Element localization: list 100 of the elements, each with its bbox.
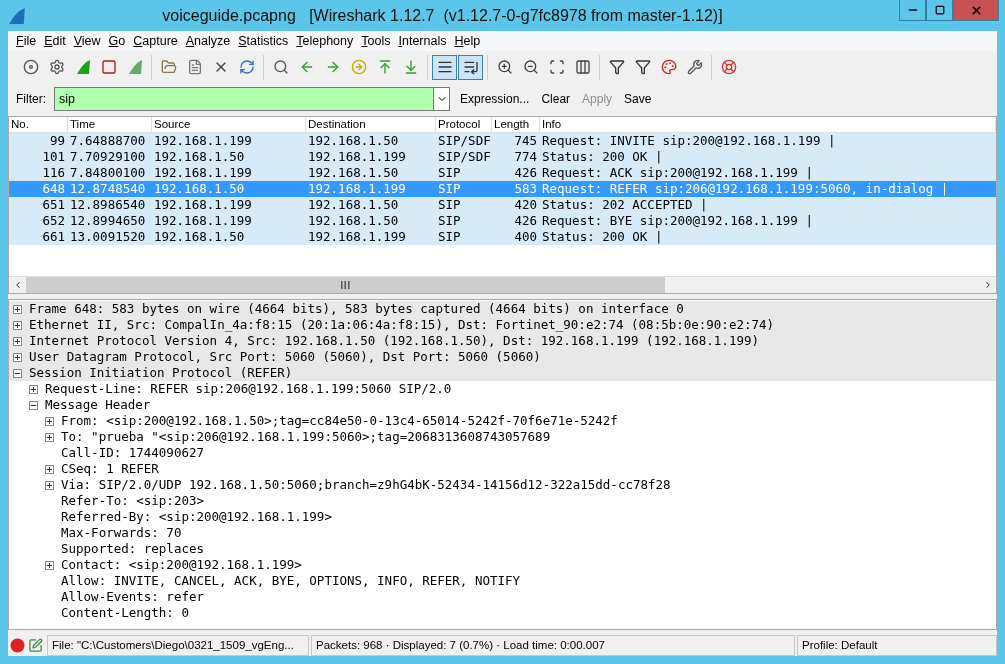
tree-item[interactable]: Supported: replaces [61,541,204,557]
expand-icon[interactable] [45,432,54,442]
tree-item[interactable]: User Datagram Protocol, Src Port: 5060 (5060), Dst Port: 5060 (5060) [29,349,541,365]
menu-item[interactable]: Internals [394,34,451,48]
tree-item[interactable]: Referred-By: <sip:200@192.168.1.199> [61,509,332,525]
edit-icon[interactable] [28,637,43,653]
minimize-button[interactable] [899,0,926,21]
table-cell-text: 648 [41,181,66,197]
columns-icon [574,59,591,75]
scrollbar-thumb[interactable] [26,277,665,293]
table-cell-text: 192.168.1.199 [307,181,407,197]
table-cell-text: 400 [513,229,538,245]
tree-item[interactable]: Request-Line: REFER sip:206@192.168.1.199:5060 SIP/2.0 [45,381,452,397]
table-cell-text: Request: ACK sip:200@192.168.1.199 | [541,165,814,181]
tree-item[interactable]: Max-Forwards: 70 [61,525,182,541]
filter-label: Filter: [16,92,46,106]
menu-item[interactable]: Go [104,34,130,48]
menu-item[interactable]: Capture [129,34,182,48]
packet-row[interactable]: 116 7.84800100 192.168.1.199 192.168.1.50 SIP 426 Request: ACK sip:200@192.168.1.199 | [9,165,996,181]
table-cell-text: 652 [41,213,66,229]
tree-item[interactable]: CSeq: 1 REFER [61,461,159,477]
table-cell-text: 192.168.1.50 [153,181,246,197]
table-cell-text: 661 [41,229,66,245]
tree-item[interactable]: Message Header [45,397,151,413]
table-cell-text: 192.168.1.199 [153,165,253,181]
table-cell-text: Request: INVITE sip:200@192.168.1.199 | [541,133,837,149]
table-cell-text: 12.8994650 [69,213,147,229]
column-header[interactable]: Protocol [436,117,492,132]
tree-item[interactable]: Contact: <sip:200@192.168.1.199> [61,557,302,573]
expand-icon[interactable] [45,464,54,474]
table-cell-text: 13.0091520 [69,229,147,245]
menu-item[interactable]: File [12,34,41,48]
menu-item[interactable]: Statistics [234,34,293,48]
menu-item[interactable]: Telephony [292,34,358,48]
toolbar-button[interactable] [458,54,483,80]
column-header[interactable]: Length [492,117,540,132]
tree-item[interactable]: Internet Protocol Version 4, Src: 192.168.1.50 (192.168.1.50), Dst: 192.168.1.199 (192.168.1.199) [29,333,759,349]
tree-item[interactable]: Ethernet II, Src: CompalIn_4a:f8:15 (20:1a:06:4a:f8:15), Dst: Fortinet_90:e2:74 (08:5b:0e:90:e2:74) [29,317,775,333]
tree-item[interactable]: Allow: INVITE, CANCEL, ACK, BYE, OPTIONS, INFO, REFER, NOTIFY [61,573,521,589]
packet-row[interactable]: 652 12.8994650 192.168.1.199 192.168.1.50 SIP 426 Request: BYE sip:200@192.168.1.199 | [9,213,996,229]
record-icon[interactable] [10,637,25,653]
tree-item[interactable]: Allow-Events: refer [61,589,204,605]
profile-status[interactable]: Profile: Default [797,634,997,656]
maximize-button[interactable] [926,0,953,21]
table-cell-text: Request: REFER sip:206@192.168.1.199:5060, in-dialog | [541,181,950,197]
expand-icon[interactable] [45,480,54,490]
table-cell-text: 116 [41,165,66,181]
frame-icon [548,59,565,75]
menu-item[interactable]: Edit [40,34,70,48]
column-header[interactable]: Destination [306,117,436,132]
packet-row[interactable]: 99 7.64888700 192.168.1.199 192.168.1.50 SIP/SDF 745 Request: INVITE sip:200@192.168.1.199 | [9,133,996,149]
tree-item[interactable]: Content-Length: 0 [61,605,189,621]
expand-icon[interactable] [13,352,22,362]
toolbar-button[interactable] [432,54,457,80]
column-header[interactable]: No. [9,117,68,132]
menu-item[interactable]: Analyze [181,34,235,48]
zoom-out-icon [522,59,539,75]
expand-icon[interactable] [45,560,54,570]
collapse-icon[interactable] [13,368,22,378]
table-cell-text: 774 [513,149,538,165]
dropdown-button[interactable] [433,88,449,110]
tree-item[interactable]: Refer-To: <sip:203> [61,493,204,509]
folder-icon [160,59,177,75]
tree-item[interactable]: Call-ID: 1744090627 [61,445,204,461]
filter-button[interactable]: Save [622,92,654,106]
menu-item[interactable]: Tools [357,34,395,48]
expand-icon[interactable] [29,384,38,394]
menu-item[interactable]: View [69,34,105,48]
packet-row[interactable]: 651 12.8986540 192.168.1.199 192.168.1.50 SIP 420 Status: 202 ACCEPTED | [9,197,996,213]
lifebuoy-icon [720,59,737,75]
expand-icon[interactable] [13,304,22,314]
table-cell-text: 7.64888700 [69,133,147,149]
search-icon [272,59,289,75]
filter-button[interactable]: Clear [539,92,573,106]
collapse-icon[interactable] [29,400,38,410]
table-cell-text: 7.84800100 [69,165,147,181]
tree-item[interactable]: From: <sip:200@192.168.1.50>;tag=cc84e50-0-13c4-65014-5242f-70f6e71e-5242f [61,413,618,429]
filter-button[interactable]: Expression... [458,92,532,106]
table-cell-text: 426 [513,165,538,181]
table-cell-text: 192.168.1.199 [307,149,407,165]
column-header[interactable]: Info [540,117,996,132]
table-cell-text: 651 [41,197,66,213]
packet-row[interactable]: 661 13.0091520 192.168.1.50 192.168.1.199 SIP 400 Status: 200 OK | [9,229,996,245]
expand-icon[interactable] [45,416,54,426]
expand-icon[interactable] [13,336,22,346]
expand-icon[interactable] [13,320,22,330]
table-cell-text: 7.70929100 [69,149,147,165]
column-header[interactable]: Time [68,117,152,132]
table-cell-text: 192.168.1.50 [307,197,400,213]
tree-item[interactable]: Session Initiation Protocol (REFER) [29,365,293,381]
column-header[interactable]: Source [152,117,306,132]
tree-item[interactable]: Frame 648: 583 bytes on wire (4664 bits), 583 bytes captured (4664 bits) on interface 0 [29,301,684,317]
tree-item[interactable]: To: "prueba "<sip:206@192.168.1.199:5060>;tag=2068313608743057689 [61,429,551,445]
menu-item[interactable]: Help [450,34,485,48]
filter-combobox[interactable]: sip [54,87,450,111]
table-cell-text: 192.168.1.50 [307,165,400,181]
packet-row[interactable]: 101 7.70929100 192.168.1.50 192.168.1.199 SIP/SDF 774 Status: 200 OK | [9,149,996,165]
table-cell-text: 12.8748540 [69,181,147,197]
close-icon [969,3,983,17]
tree-item[interactable]: Via: SIP/2.0/UDP 192.168.1.50:5060;branch=z9hG4bK-52434-14156d12-322a15dd-cc78f28 [61,477,671,493]
